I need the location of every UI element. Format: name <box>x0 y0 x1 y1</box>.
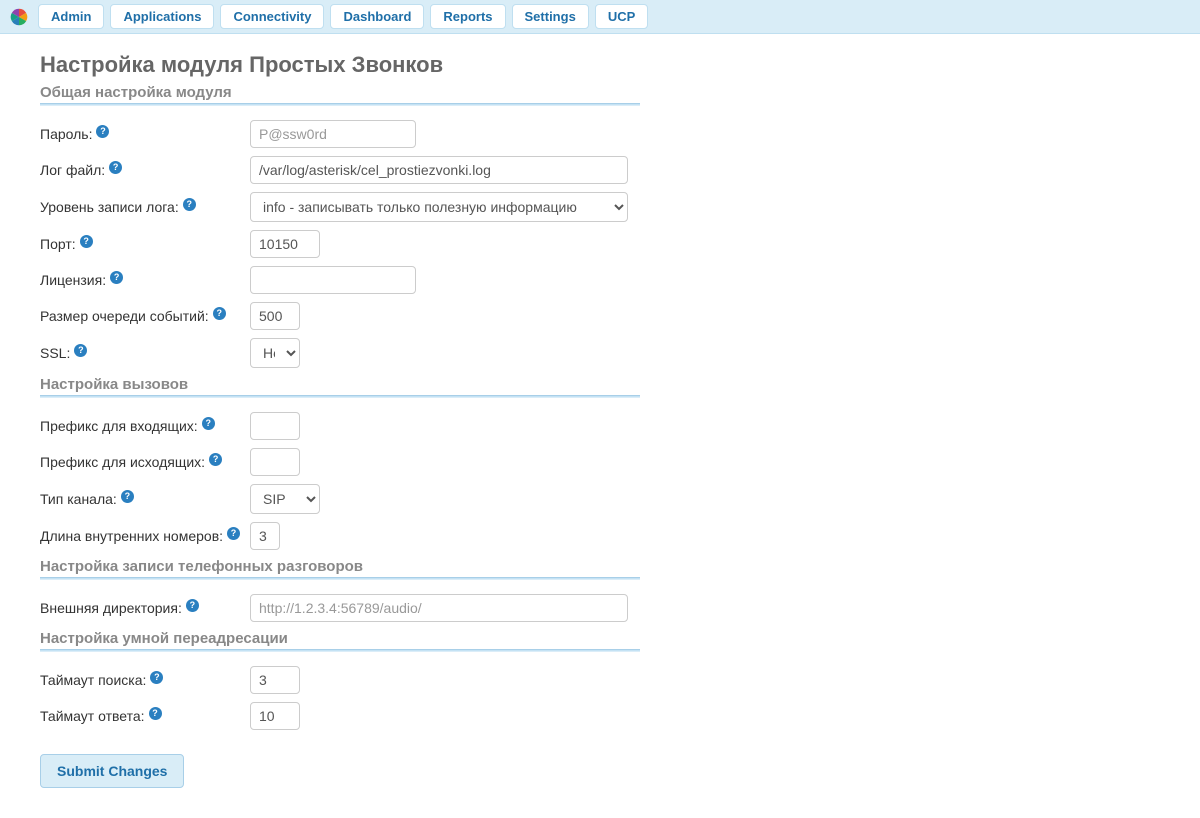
section-heading-recording: Настройка записи телефонных разговоров <box>40 558 860 575</box>
section-heading-calls: Настройка вызовов <box>40 376 860 393</box>
channel-select[interactable]: SIP <box>250 484 320 514</box>
label-text: Префикс для исходящих: <box>40 454 205 470</box>
help-icon[interactable]: ? <box>121 490 134 503</box>
help-icon[interactable]: ? <box>80 235 93 248</box>
queue-label: Размер очереди событий: ? <box>40 308 250 324</box>
port-input[interactable] <box>250 230 320 258</box>
help-icon[interactable]: ? <box>183 198 196 211</box>
loglevel-select[interactable]: info - записывать только полезную информ… <box>250 192 628 222</box>
ext-len-label: Длина внутренних номеров: ? <box>40 528 250 544</box>
nav-tab-settings[interactable]: Settings <box>512 4 589 29</box>
ext-dir-input[interactable] <box>250 594 628 622</box>
password-input[interactable] <box>250 120 416 148</box>
label-text: Таймаут поиска: <box>40 672 146 688</box>
app-logo <box>8 6 30 28</box>
label-text: Тип канала: <box>40 491 117 507</box>
incoming-prefix-input[interactable] <box>250 412 300 440</box>
ssl-select[interactable]: Нет <box>250 338 300 368</box>
channel-label: Тип канала: ? <box>40 491 250 507</box>
nav-tab-reports[interactable]: Reports <box>430 4 505 29</box>
nav-tab-admin[interactable]: Admin <box>38 4 104 29</box>
label-text: Лицензия: <box>40 272 106 288</box>
divider <box>40 103 640 106</box>
nav-tab-ucp[interactable]: UCP <box>595 4 648 29</box>
ssl-label: SSL: ? <box>40 345 250 361</box>
outgoing-prefix-input[interactable] <box>250 448 300 476</box>
help-icon[interactable]: ? <box>74 344 87 357</box>
label-text: Внешняя директория: <box>40 600 182 616</box>
help-icon[interactable]: ? <box>149 707 162 720</box>
help-icon[interactable]: ? <box>213 307 226 320</box>
logfile-input[interactable] <box>250 156 628 184</box>
nav-tab-connectivity[interactable]: Connectivity <box>220 4 324 29</box>
ext-len-input[interactable] <box>250 522 280 550</box>
help-icon[interactable]: ? <box>186 599 199 612</box>
divider <box>40 395 640 398</box>
answer-timeout-label: Таймаут ответа: ? <box>40 708 250 724</box>
outgoing-prefix-label: Префикс для исходящих: ? <box>40 454 250 470</box>
queue-input[interactable] <box>250 302 300 330</box>
help-icon[interactable]: ? <box>150 671 163 684</box>
label-text: Префикс для входящих: <box>40 418 198 434</box>
help-icon[interactable]: ? <box>209 453 222 466</box>
logfile-label: Лог файл: ? <box>40 162 250 178</box>
help-icon[interactable]: ? <box>110 271 123 284</box>
page-title: Настройка модуля Простых Звонков <box>40 52 860 78</box>
nav-tab-applications[interactable]: Applications <box>110 4 214 29</box>
label-text: Порт: <box>40 236 76 252</box>
answer-timeout-input[interactable] <box>250 702 300 730</box>
ext-dir-label: Внешняя директория: ? <box>40 600 250 616</box>
content: Настройка модуля Простых Звонков Общая н… <box>0 34 900 818</box>
license-label: Лицензия: ? <box>40 272 250 288</box>
label-text: Лог файл: <box>40 162 105 178</box>
label-text: Пароль: <box>40 126 92 142</box>
label-text: SSL: <box>40 345 70 361</box>
help-icon[interactable]: ? <box>96 125 109 138</box>
section-heading-general: Общая настройка модуля <box>40 84 860 101</box>
divider <box>40 577 640 580</box>
label-text: Таймаут ответа: <box>40 708 145 724</box>
label-text: Уровень записи лога: <box>40 199 179 215</box>
loglevel-label: Уровень записи лога: ? <box>40 199 250 215</box>
nav-tabs: Admin Applications Connectivity Dashboar… <box>38 4 648 29</box>
submit-button[interactable]: Submit Changes <box>40 754 184 788</box>
port-label: Порт: ? <box>40 236 250 252</box>
help-icon[interactable]: ? <box>109 161 122 174</box>
divider <box>40 649 640 652</box>
search-timeout-input[interactable] <box>250 666 300 694</box>
nav-tab-dashboard[interactable]: Dashboard <box>330 4 424 29</box>
topbar: Admin Applications Connectivity Dashboar… <box>0 0 1200 34</box>
help-icon[interactable]: ? <box>202 417 215 430</box>
label-text: Размер очереди событий: <box>40 308 209 324</box>
help-icon[interactable]: ? <box>227 527 240 540</box>
license-input[interactable] <box>250 266 416 294</box>
incoming-prefix-label: Префикс для входящих: ? <box>40 418 250 434</box>
label-text: Длина внутренних номеров: <box>40 528 223 544</box>
section-heading-smart: Настройка умной переадресации <box>40 630 860 647</box>
search-timeout-label: Таймаут поиска: ? <box>40 672 250 688</box>
password-label: Пароль: ? <box>40 126 250 142</box>
